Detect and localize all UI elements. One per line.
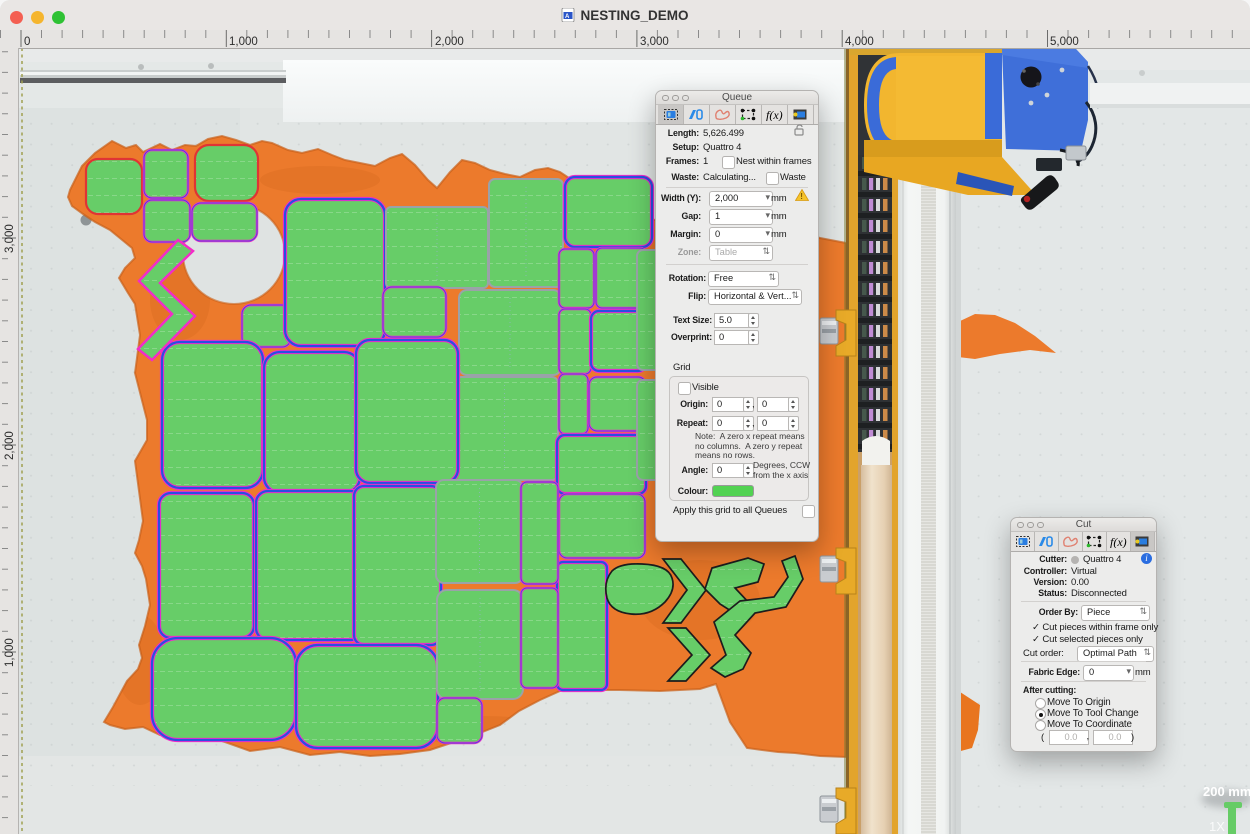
svg-text:1,000: 1,000 <box>4 638 16 667</box>
svg-text:2,000: 2,000 <box>435 36 464 48</box>
svg-text:0: 0 <box>24 36 30 48</box>
svg-text:A: A <box>565 14 570 20</box>
svg-text:4,000: 4,000 <box>845 36 874 48</box>
svg-text:3,000: 3,000 <box>640 36 669 48</box>
svg-text:3,000: 3,000 <box>4 224 16 253</box>
svg-text:!: ! <box>800 192 803 201</box>
svg-text:200 mm: 200 mm <box>1203 784 1250 799</box>
svg-text:f(x): f(x) <box>766 108 783 121</box>
svg-text:5,000: 5,000 <box>1050 36 1079 48</box>
svg-text:1X: 1X <box>1209 819 1225 834</box>
svg-text:1,000: 1,000 <box>229 36 258 48</box>
svg-text:2,000: 2,000 <box>4 431 16 460</box>
svg-text:f(x): f(x) <box>1110 535 1127 548</box>
